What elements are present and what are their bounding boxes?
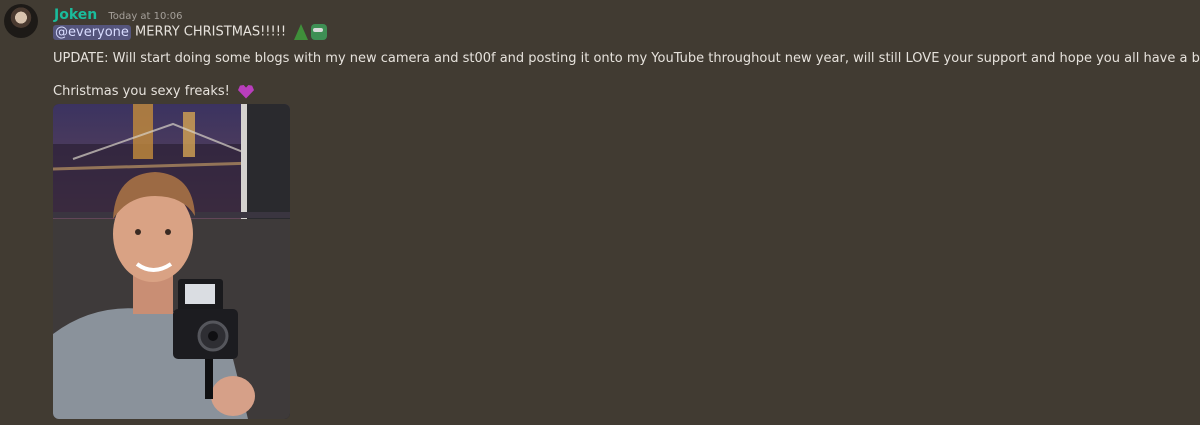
- message-header: Joken Today at 10:06: [54, 4, 183, 23]
- message-line-3: Christmas you sexy freaks!: [53, 84, 255, 99]
- pepe-emoji-icon: [311, 24, 328, 40]
- timestamp: Today at 10:06: [108, 11, 183, 22]
- message-line-1: @everyone MERRY CHRISTMAS!!!!!: [53, 24, 328, 40]
- message-text-1: MERRY CHRISTMAS!!!!!: [130, 24, 291, 40]
- avatar[interactable]: [4, 4, 38, 38]
- purple-heart-icon: [238, 85, 255, 99]
- message-line-2: UPDATE: Will start doing some blogs with…: [53, 51, 1200, 66]
- message-text-3: Christmas you sexy freaks!: [53, 84, 235, 99]
- mention-everyone[interactable]: @everyone: [53, 24, 131, 40]
- author-name[interactable]: Joken: [54, 7, 97, 23]
- chat-message: Joken Today at 10:06 @everyone MERRY CHR…: [0, 0, 1200, 425]
- christmas-tree-icon: [294, 24, 309, 40]
- image-attachment[interactable]: [53, 104, 290, 419]
- photo-selfie-with-camera: [53, 104, 290, 419]
